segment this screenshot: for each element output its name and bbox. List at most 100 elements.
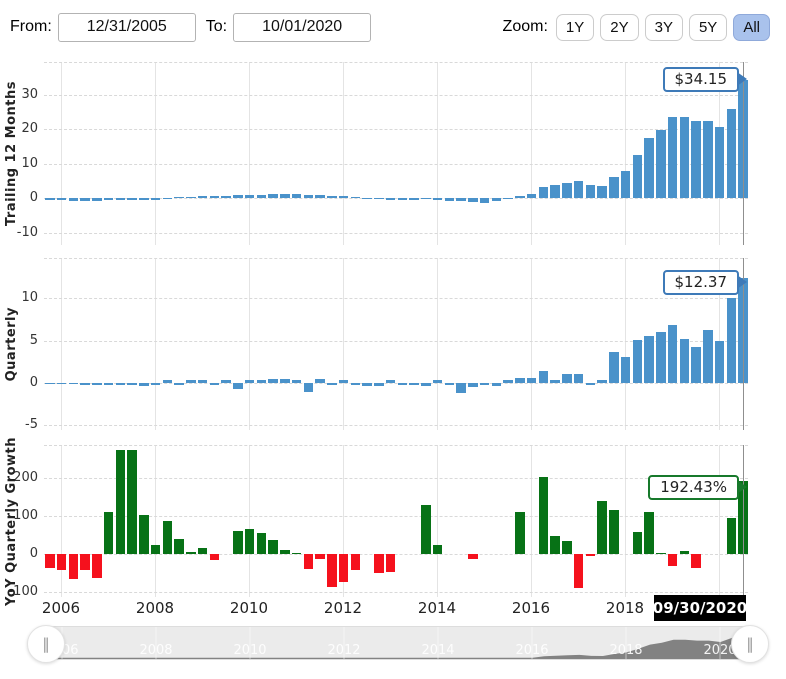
bar[interactable] (433, 380, 443, 383)
bar[interactable] (69, 554, 79, 579)
bar[interactable] (386, 554, 396, 571)
zoom-button-3y[interactable]: 3Y (645, 14, 683, 41)
bar[interactable] (104, 383, 114, 385)
from-date-input[interactable] (58, 13, 196, 42)
bar[interactable] (574, 374, 584, 383)
bar[interactable] (315, 379, 325, 383)
bar[interactable] (339, 196, 349, 198)
bar[interactable] (680, 339, 690, 383)
bar[interactable] (633, 155, 643, 198)
bar[interactable] (609, 510, 619, 554)
bar[interactable] (45, 554, 55, 567)
bar[interactable] (362, 198, 372, 199)
bar[interactable] (174, 383, 184, 386)
bar[interactable] (339, 380, 349, 383)
bar[interactable] (574, 554, 584, 587)
bar[interactable] (292, 553, 302, 555)
bar[interactable] (398, 198, 408, 200)
bar[interactable] (327, 196, 337, 199)
bar[interactable] (550, 536, 560, 555)
bar[interactable] (163, 521, 173, 554)
navigator-scrollbar[interactable]: ‖ ‖ 20062008201020122014201620182020 (44, 626, 748, 660)
bar[interactable] (139, 383, 149, 386)
bar[interactable] (668, 325, 678, 383)
bar[interactable] (245, 529, 255, 554)
bar[interactable] (210, 554, 220, 560)
bar[interactable] (69, 383, 79, 384)
bar[interactable] (351, 554, 361, 570)
bar[interactable] (92, 554, 102, 578)
bar[interactable] (174, 539, 184, 554)
bar[interactable] (198, 196, 208, 198)
zoom-button-5y[interactable]: 5Y (689, 14, 727, 41)
bar[interactable] (644, 336, 654, 383)
bar[interactable] (680, 117, 690, 198)
bar[interactable] (268, 194, 278, 198)
bar[interactable] (409, 198, 419, 199)
bar[interactable] (586, 383, 596, 386)
plot-area-yoy-growth[interactable]: 192.43% (44, 445, 748, 597)
bar[interactable] (351, 197, 361, 198)
bar[interactable] (139, 515, 149, 555)
bar[interactable] (69, 198, 79, 201)
bar[interactable] (280, 550, 290, 555)
bar[interactable] (656, 332, 666, 383)
navigator-handle-right[interactable]: ‖ (731, 625, 769, 663)
bar[interactable] (468, 554, 478, 559)
bar[interactable] (515, 512, 525, 555)
bar[interactable] (644, 138, 654, 199)
bar[interactable] (351, 383, 361, 386)
bar[interactable] (327, 554, 337, 586)
bar[interactable] (586, 185, 596, 198)
bar[interactable] (127, 198, 137, 200)
bar[interactable] (727, 109, 737, 199)
navigator-handle-left[interactable]: ‖ (27, 625, 65, 663)
bar[interactable] (633, 532, 643, 555)
bar[interactable] (597, 501, 607, 554)
plot-area-trailing-12-months[interactable]: $34.15 (44, 62, 748, 245)
bar[interactable] (715, 341, 725, 383)
bar[interactable] (92, 383, 102, 386)
bar[interactable] (45, 198, 55, 200)
bar[interactable] (304, 195, 314, 199)
bar[interactable] (374, 383, 384, 386)
bar[interactable] (116, 198, 126, 200)
bar[interactable] (539, 187, 549, 198)
bar[interactable] (386, 380, 396, 383)
bar[interactable] (468, 383, 478, 387)
zoom-button-2y[interactable]: 2Y (600, 14, 638, 41)
bar[interactable] (257, 533, 267, 555)
bar[interactable] (233, 383, 243, 389)
bar[interactable] (198, 548, 208, 554)
bar[interactable] (163, 198, 173, 199)
bar[interactable] (280, 194, 290, 198)
bar[interactable] (456, 383, 466, 393)
bar[interactable] (421, 505, 431, 554)
bar[interactable] (221, 380, 231, 383)
bar[interactable] (57, 383, 67, 384)
bar[interactable] (257, 380, 267, 383)
bar[interactable] (292, 380, 302, 383)
bar[interactable] (468, 198, 478, 202)
bar[interactable] (151, 545, 161, 555)
bar[interactable] (386, 198, 396, 199)
bar[interactable] (480, 383, 490, 386)
bar[interactable] (550, 185, 560, 199)
bar[interactable] (562, 374, 572, 383)
bar[interactable] (515, 378, 525, 383)
bar[interactable] (280, 379, 290, 382)
bar[interactable] (539, 477, 549, 554)
bar[interactable] (186, 552, 196, 555)
bar[interactable] (104, 198, 114, 200)
bar[interactable] (562, 183, 572, 199)
bar[interactable] (691, 347, 701, 383)
bar[interactable] (527, 194, 537, 198)
bar[interactable] (433, 545, 443, 555)
bar[interactable] (151, 383, 161, 386)
bar[interactable] (456, 198, 466, 201)
bar[interactable] (644, 512, 654, 555)
bar[interactable] (550, 380, 560, 383)
bar[interactable] (245, 380, 255, 383)
bar[interactable] (421, 383, 431, 386)
bar[interactable] (656, 130, 666, 199)
